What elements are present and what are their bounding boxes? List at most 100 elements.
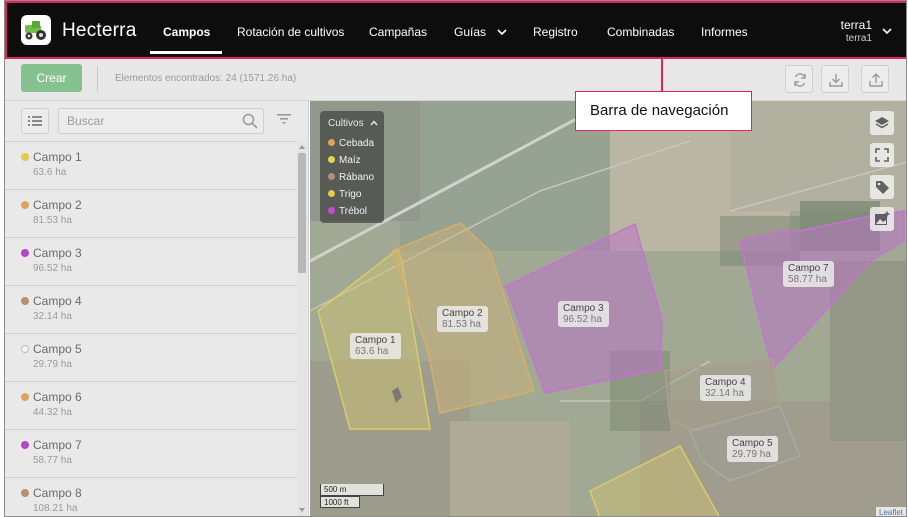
legend-label: Maíz: [339, 155, 361, 166]
legend-item: Rábano: [328, 172, 374, 183]
legend-color-dot: [328, 173, 335, 180]
scroll-down-arrow-icon[interactable]: [297, 506, 307, 514]
filter-icon[interactable]: [277, 113, 291, 125]
search-box[interactable]: [58, 108, 264, 134]
legend-label: Cebada: [339, 138, 375, 149]
sidebar-scrollbar[interactable]: [297, 141, 307, 516]
create-button[interactable]: Crear: [21, 64, 82, 92]
fullscreen-icon: [875, 148, 889, 162]
map-field-label[interactable]: Campo 7 58.77 ha: [783, 261, 834, 287]
scroll-up-arrow-icon[interactable]: [297, 143, 307, 151]
map-field-area: 63.6 ha: [355, 346, 389, 357]
list-icon: [28, 116, 42, 126]
navbar-callout: Barra de navegación: [575, 91, 752, 131]
field-list-item[interactable]: Campo 5 29.79 ha: [5, 333, 297, 381]
field-area: 108.21 ha: [33, 503, 78, 514]
scrollbar-thumb[interactable]: [298, 153, 306, 273]
map-field-name: Campo 7: [788, 263, 829, 274]
upload-icon: [869, 73, 883, 87]
search-input[interactable]: [59, 109, 235, 133]
add-image-icon: [875, 211, 890, 225]
crop-color-dot: [21, 153, 29, 161]
download-icon: [829, 74, 843, 87]
search-icon[interactable]: [242, 113, 258, 129]
fields-sidebar: Campo 1 63.6 ha Campo 2 81.53 ha Campo 3…: [5, 101, 309, 516]
legend-color-dot: [328, 190, 335, 197]
map-field-name: Campo 1: [355, 335, 396, 346]
legend-title[interactable]: Cultivos: [328, 118, 378, 129]
crop-color-dot: [21, 249, 29, 257]
layers-icon: [875, 117, 889, 129]
field-list-item[interactable]: Campo 1 63.6 ha: [5, 141, 297, 189]
crop-color-dot: [21, 393, 29, 401]
field-name: Campo 7: [33, 438, 82, 452]
crop-color-dot: [21, 489, 29, 497]
field-list-item[interactable]: Campo 6 44.32 ha: [5, 381, 297, 429]
field-area: 32.14 ha: [33, 311, 72, 322]
navbar-highlight-frame: [5, 1, 906, 59]
crop-color-dot: [21, 441, 29, 449]
legend-item: Cebada: [328, 138, 374, 149]
field-name: Campo 6: [33, 390, 82, 404]
map-field-area: 29.79 ha: [732, 449, 771, 460]
map-field-label[interactable]: Campo 5 29.79 ha: [727, 436, 778, 462]
refresh-icon: [794, 73, 806, 87]
crop-color-dot: [21, 201, 29, 209]
legend-item: Trébol: [328, 206, 367, 217]
map-field-area: 96.52 ha: [563, 314, 602, 325]
map-view[interactable]: Cultivos Cebada Maíz Rábano Trigo Trébol: [310, 101, 906, 516]
map-field-label[interactable]: Campo 1 63.6 ha: [350, 333, 401, 359]
field-name: Campo 5: [33, 342, 82, 356]
field-list-item[interactable]: Campo 3 96.52 ha: [5, 237, 297, 285]
crop-color-dot: [21, 345, 29, 353]
field-list-item[interactable]: Campo 4 32.14 ha: [5, 285, 297, 333]
layers-button[interactable]: [870, 111, 894, 135]
crop-color-dot: [21, 297, 29, 305]
refresh-button[interactable]: [785, 65, 813, 93]
field-name: Campo 1: [33, 150, 82, 164]
callout-connector: [661, 59, 663, 91]
map-attribution-link[interactable]: Leaflet: [875, 507, 906, 516]
add-image-button[interactable]: [870, 207, 894, 231]
field-area: 81.53 ha: [33, 215, 72, 226]
map-field-area: 32.14 ha: [705, 388, 744, 399]
scale-imperial: 1000 ft: [320, 496, 360, 508]
legend-label: Rábano: [339, 172, 375, 183]
legend-color-dot: [328, 156, 335, 163]
field-list-item[interactable]: Campo 8 108.21 ha: [5, 477, 297, 516]
map-field-name: Campo 2: [442, 308, 483, 319]
map-field-label[interactable]: Campo 2 81.53 ha: [437, 306, 488, 332]
items-found-count: Elementos encontrados: 24 (1571.26 ha): [115, 73, 297, 84]
field-area: 58.77 ha: [33, 455, 72, 466]
field-area: 63.6 ha: [33, 167, 67, 178]
download-button[interactable]: [821, 65, 849, 93]
map-field-name: Campo 3: [563, 303, 604, 314]
legend-color-dot: [328, 139, 335, 146]
map-field-area: 58.77 ha: [788, 274, 827, 285]
legend-label: Trébol: [339, 206, 367, 217]
app-window: Hecterra Campos Rotación de cultivos Cam…: [4, 0, 907, 517]
map-field-name: Campo 4: [705, 377, 746, 388]
map-field-area: 81.53 ha: [442, 319, 481, 330]
field-name: Campo 2: [33, 198, 82, 212]
legend-item: Trigo: [328, 189, 361, 200]
toolbar: Crear Elementos encontrados: 24 (1571.26…: [5, 57, 906, 101]
labels-button[interactable]: [870, 175, 894, 199]
map-field-label[interactable]: Campo 4 32.14 ha: [700, 375, 751, 401]
upload-button[interactable]: [861, 65, 889, 93]
chevron-up-icon[interactable]: [370, 120, 378, 126]
field-list-item[interactable]: Campo 7 58.77 ha: [5, 429, 297, 477]
crop-legend: Cultivos Cebada Maíz Rábano Trigo Trébol: [320, 111, 384, 223]
field-area: 29.79 ha: [33, 359, 72, 370]
legend-label: Trigo: [339, 189, 362, 200]
field-name: Campo 8: [33, 486, 82, 500]
map-field-label[interactable]: Campo 3 96.52 ha: [558, 301, 609, 327]
legend-item: Maíz: [328, 155, 361, 166]
toolbar-divider: [97, 66, 98, 92]
list-view-button[interactable]: [21, 108, 49, 134]
field-list-item[interactable]: Campo 2 81.53 ha: [5, 189, 297, 237]
map-scale: 500 m 1000 ft: [320, 484, 384, 508]
tag-icon: [876, 181, 889, 194]
legend-title-label: Cultivos: [328, 118, 364, 129]
fullscreen-button[interactable]: [870, 143, 894, 167]
